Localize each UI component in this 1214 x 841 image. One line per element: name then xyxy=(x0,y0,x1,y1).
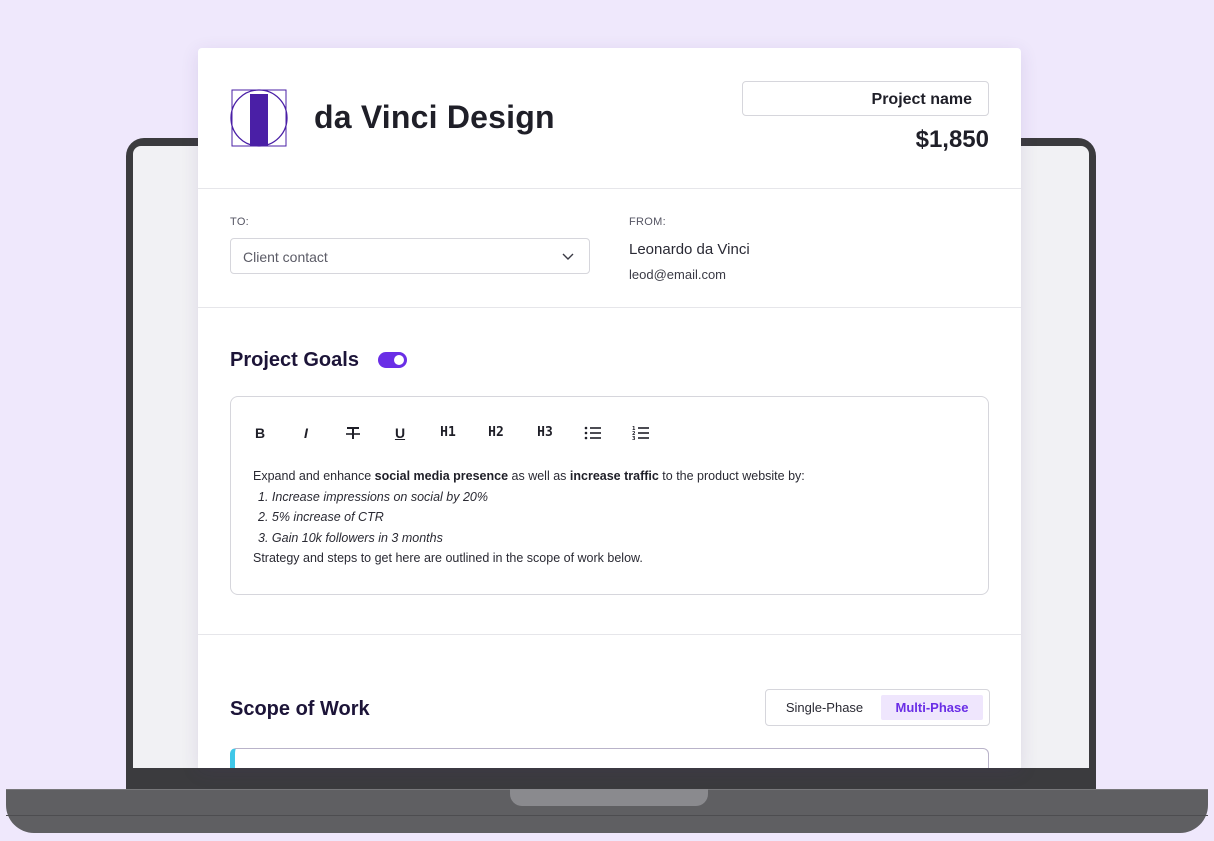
project-goals-toggle[interactable] xyxy=(378,352,407,368)
goals-closing-line: Strategy and steps to get here are outli… xyxy=(253,551,643,565)
project-goals-title: Project Goals xyxy=(230,349,359,371)
strikethrough-button[interactable] xyxy=(345,423,361,443)
scope-phase-card[interactable] xyxy=(230,748,989,768)
parties-section: TO: Client contact FROM: Leonardo da Vin… xyxy=(198,189,1021,308)
underline-button[interactable]: U xyxy=(393,423,407,443)
goal-item: 3. Gain 10k followers in 3 months xyxy=(258,530,443,545)
goal-item: 1. Increase impressions on social by 20% xyxy=(258,489,488,504)
numbered-list-icon: 1 2 3 xyxy=(632,426,649,442)
italic-button[interactable]: I xyxy=(299,423,313,443)
bold-button[interactable]: B xyxy=(253,423,267,443)
scope-of-work-title: Scope of Work xyxy=(230,698,370,720)
proposal-price: $1,850 xyxy=(915,126,989,153)
document-header: da Vinci Design Project name $1,850 xyxy=(198,48,1021,189)
project-goals-section: Project Goals B I U H1 H2 H3 1 2 3 Expan… xyxy=(198,308,1021,635)
heading3-button[interactable]: H3 xyxy=(534,423,556,443)
from-name: Leonardo da Vinci xyxy=(629,241,750,258)
editor-content[interactable]: Expand and enhance social media presence… xyxy=(253,466,953,569)
heading2-button[interactable]: H2 xyxy=(485,423,507,443)
proposal-document: da Vinci Design Project name $1,850 TO: … xyxy=(198,48,1021,768)
goals-intro-line: Expand and enhance social media presence… xyxy=(253,469,805,483)
toggle-knob xyxy=(394,355,404,365)
client-contact-select[interactable]: Client contact xyxy=(230,238,590,274)
multi-phase-option[interactable]: Multi-Phase xyxy=(881,695,983,720)
scope-of-work-section: Scope of Work Single-Phase Multi-Phase xyxy=(198,635,1021,768)
svg-text:3: 3 xyxy=(632,436,636,442)
goal-item: 2. 5% increase of CTR xyxy=(258,510,384,524)
from-label: FROM: xyxy=(629,216,666,228)
from-email: leod@email.com xyxy=(629,267,727,282)
laptop-notch xyxy=(510,789,708,806)
project-name-field[interactable]: Project name xyxy=(742,81,989,116)
heading1-button[interactable]: H1 xyxy=(437,423,459,443)
bulleted-list-button[interactable] xyxy=(584,423,602,443)
client-contact-value: Client contact xyxy=(243,249,328,265)
phase-segmented-control: Single-Phase Multi-Phase xyxy=(765,689,990,726)
brand-name: da Vinci Design xyxy=(314,99,555,135)
to-label: TO: xyxy=(230,216,250,228)
laptop-base-line xyxy=(6,815,1208,816)
strikethrough-icon xyxy=(346,427,360,439)
davinci-logo-icon xyxy=(230,89,288,147)
chevron-down-icon xyxy=(562,253,574,260)
numbered-list-button[interactable]: 1 2 3 xyxy=(632,423,650,443)
bulleted-list-icon xyxy=(584,426,601,440)
rich-text-editor[interactable]: B I U H1 H2 H3 1 2 3 Expand and enhance … xyxy=(230,396,989,595)
single-phase-option[interactable]: Single-Phase xyxy=(772,695,877,720)
